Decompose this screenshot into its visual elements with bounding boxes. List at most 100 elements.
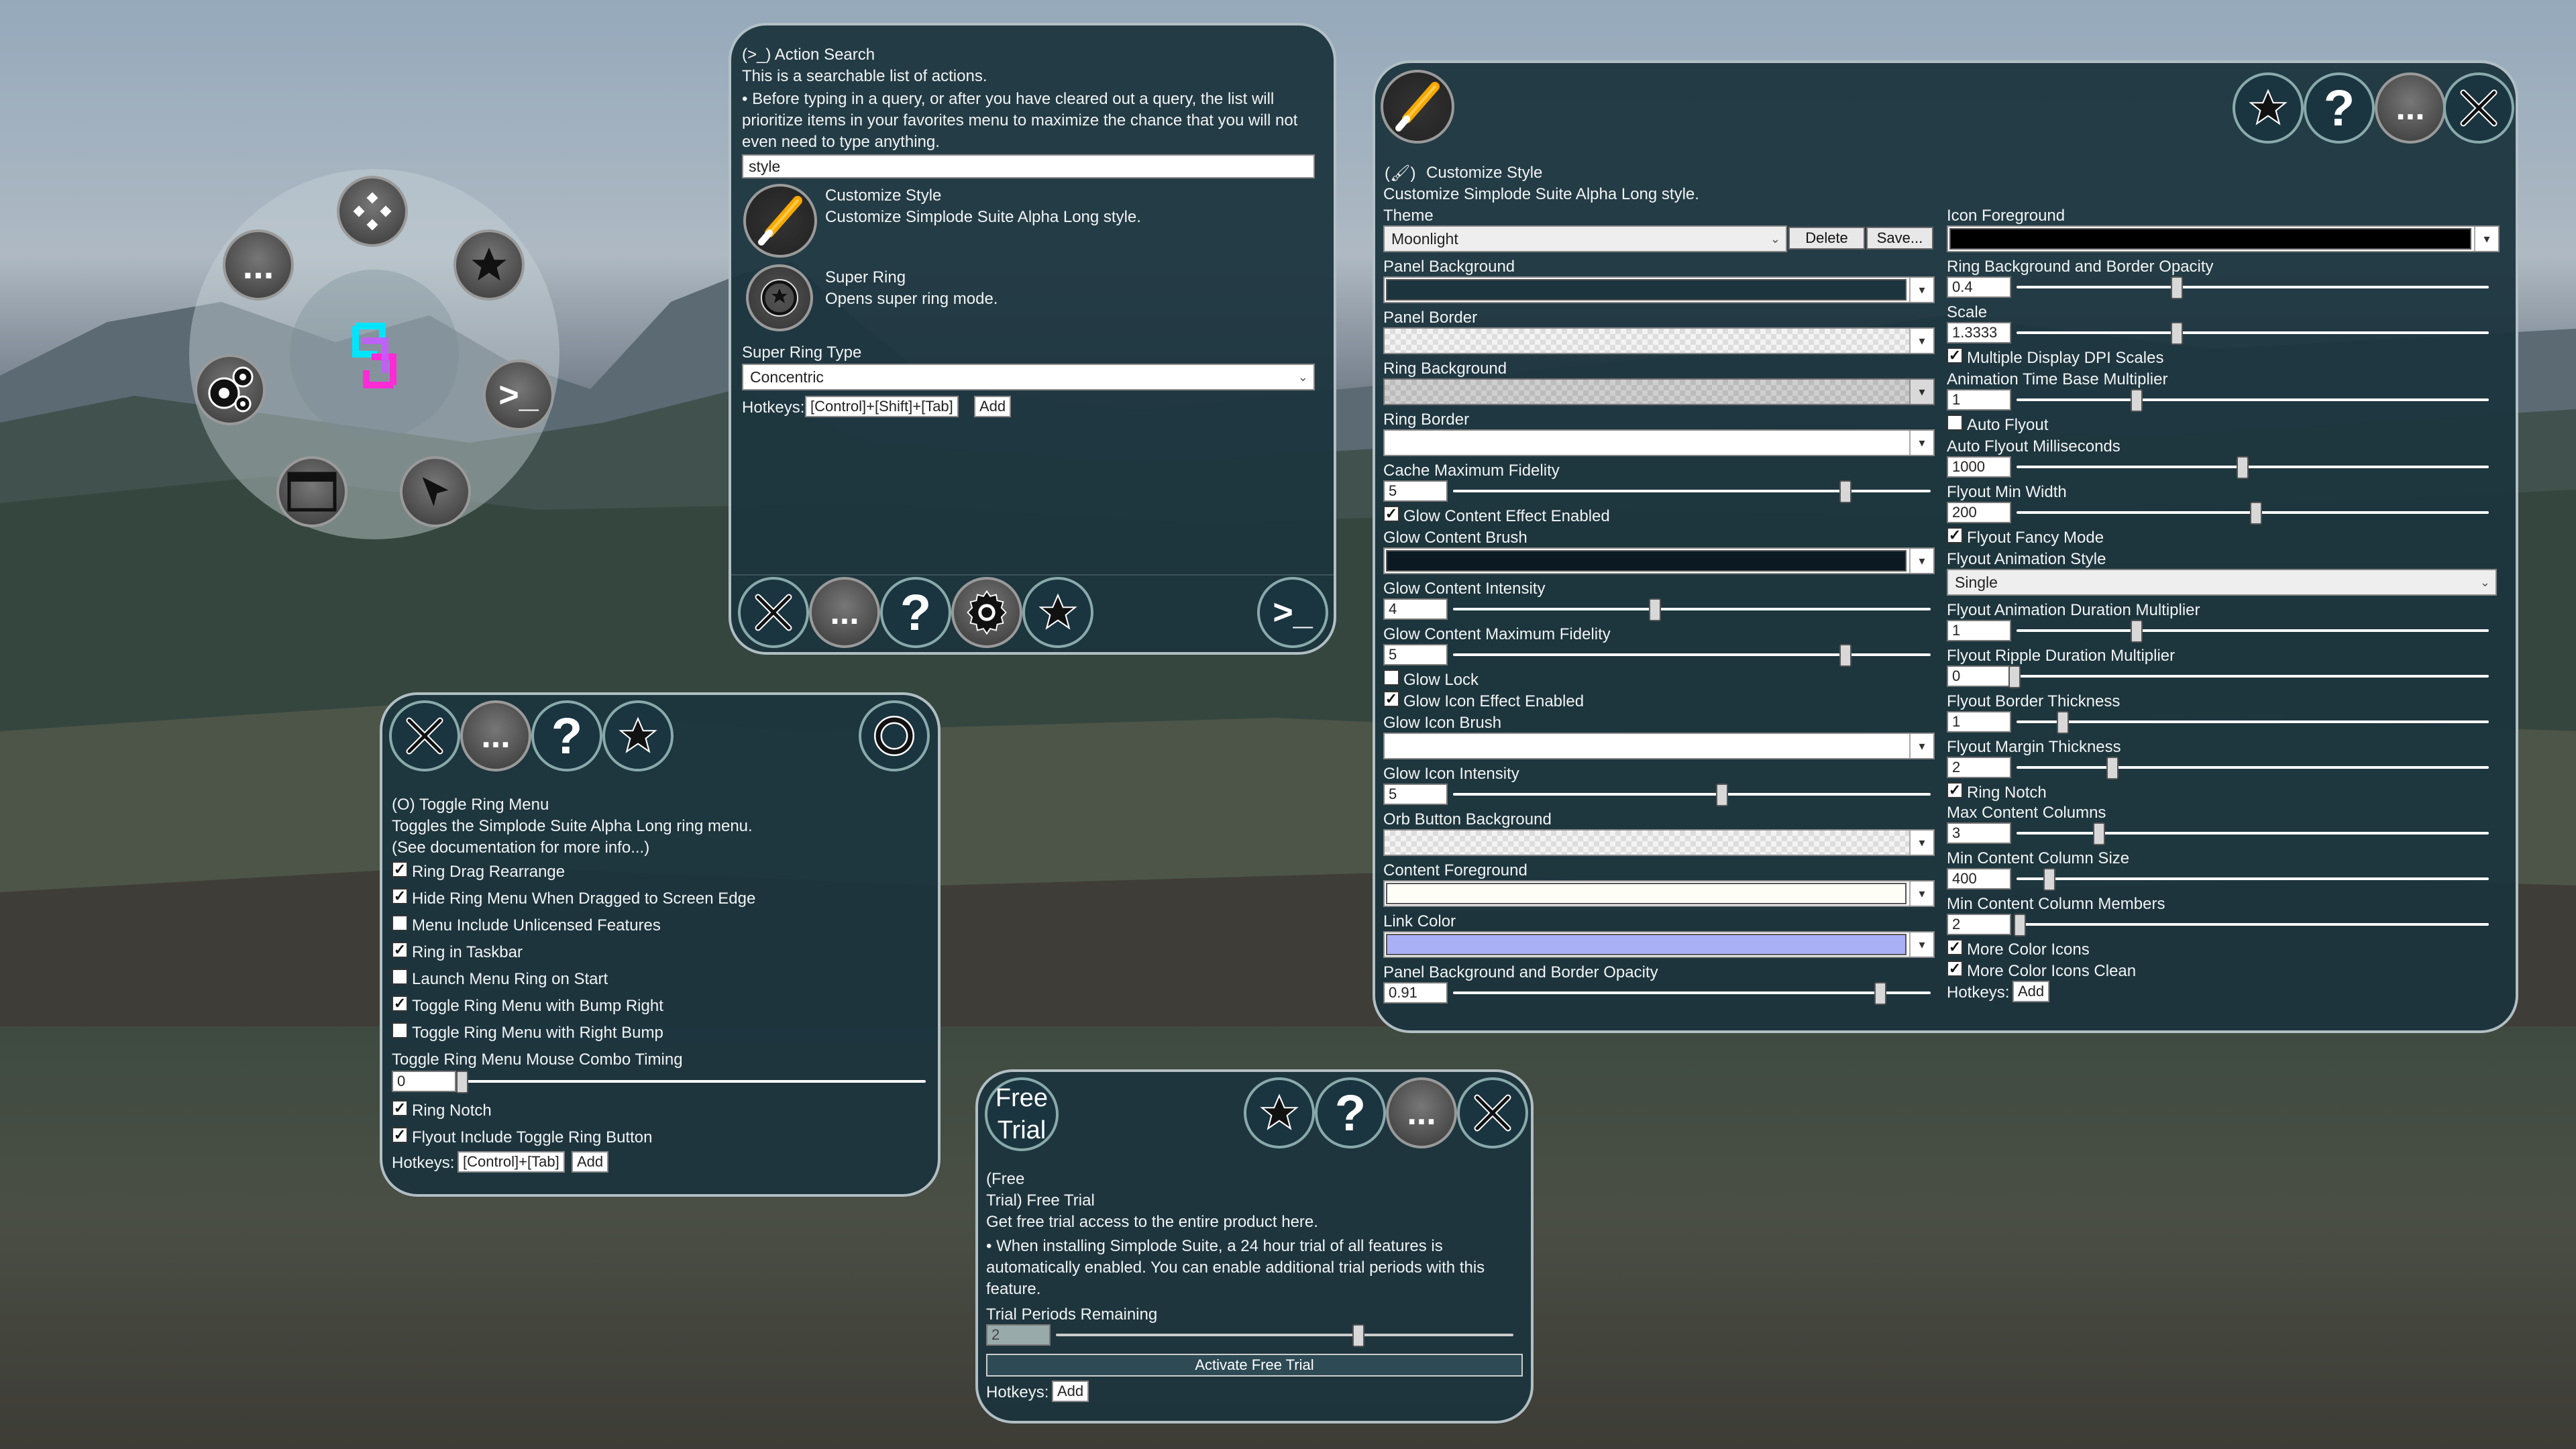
anim-base-slider-track[interactable] [2017, 398, 2489, 401]
ring-settings-button[interactable] [195, 354, 266, 425]
timing-input[interactable]: 0 [392, 1071, 456, 1092]
checkbox[interactable]: ✓ [392, 996, 408, 1012]
ring-opacity-input[interactable]: 0.4 [1947, 276, 2011, 298]
min-column-size-slider-track[interactable] [2017, 877, 2489, 880]
auto-flyout-ms-slider-thumb[interactable] [2237, 456, 2249, 479]
flyout-margin-slider-thumb[interactable] [2106, 757, 2118, 780]
ring-favorites-button[interactable] [453, 229, 525, 301]
flyout-anim-dur-slider-track[interactable] [2017, 629, 2489, 632]
more-color-icons-checkbox[interactable]: ✓ [1947, 939, 1963, 955]
glow-content-enabled-checkbox[interactable]: ✓ [1383, 506, 1399, 522]
icon-foreground-color[interactable]: ▾ [1947, 225, 2500, 252]
auto-flyout-checkbox[interactable] [1947, 415, 1963, 431]
flyout-anim-dur-input[interactable]: 1 [1947, 620, 2011, 641]
close-button[interactable] [2443, 72, 2514, 144]
add-hotkey-button[interactable]: Add [572, 1151, 609, 1173]
super-ring-type-select[interactable]: Concentric ⌄ [742, 364, 1315, 390]
more-button[interactable]: ... [809, 577, 880, 648]
max-columns-slider-track[interactable] [2017, 832, 2489, 835]
favorite-button[interactable] [602, 700, 674, 771]
delete-theme-button[interactable]: Delete [1788, 227, 1865, 250]
more-button[interactable]: ... [1386, 1077, 1457, 1148]
activate-free-trial-button[interactable]: Activate Free Trial [986, 1354, 1523, 1377]
glow-content-brush-color[interactable]: ▾ [1383, 547, 1935, 574]
ring-notch-checkbox[interactable]: ✓ [1947, 782, 1963, 798]
checkbox[interactable] [392, 915, 408, 931]
checkbox[interactable]: ✓ [392, 861, 408, 877]
scale-slider-track[interactable] [2017, 331, 2489, 334]
add-hotkey-button[interactable]: Add [1052, 1381, 1089, 1402]
ring-windows-button[interactable] [337, 176, 408, 247]
more-button[interactable]: ... [460, 700, 531, 771]
ring-console-button[interactable]: >_ [483, 360, 554, 431]
panel-opacity-slider-thumb[interactable] [1874, 982, 1886, 1005]
ring-pointer-button[interactable] [400, 456, 471, 527]
flyout-ripple-slider-thumb[interactable] [2008, 665, 2021, 688]
flyout-fancy-checkbox[interactable]: ✓ [1947, 527, 1963, 543]
panel-opacity-slider-track[interactable] [1453, 991, 1931, 994]
glow-lock-checkbox[interactable] [1383, 669, 1399, 686]
close-button[interactable] [1457, 1077, 1528, 1148]
flyout-anim-dur-slider-thumb[interactable] [2131, 620, 2143, 643]
content-foreground-color[interactable]: ▾ [1383, 880, 1935, 907]
anim-base-slider-thumb[interactable] [2131, 389, 2143, 412]
max-columns-slider-thumb[interactable] [2093, 822, 2105, 845]
glow-max-fidelity-slider-thumb[interactable] [1839, 644, 1851, 667]
search-input[interactable]: style [742, 154, 1315, 178]
toggle-ring-button[interactable] [859, 700, 930, 771]
cache-fidelity-slider-track[interactable] [1453, 490, 1931, 492]
glow-max-fidelity-input[interactable]: 5 [1383, 644, 1448, 665]
flyout-ripple-input[interactable]: 0 [1947, 665, 2011, 687]
flyout-min-width-input[interactable]: 200 [1947, 502, 2011, 523]
flyout-border-slider-thumb[interactable] [2057, 711, 2069, 734]
orb-background-color[interactable]: ▾ [1383, 829, 1935, 856]
app-logo-icon[interactable] [342, 321, 407, 390]
link-color[interactable]: ▾ [1383, 931, 1935, 958]
auto-flyout-ms-slider-track[interactable] [2017, 466, 2489, 468]
add-hotkey-button[interactable]: Add [974, 396, 1012, 417]
favorite-button[interactable] [2233, 72, 2304, 144]
panel-background-color[interactable]: ▾ [1383, 276, 1935, 303]
flyout-margin-slider-track[interactable] [2017, 766, 2489, 769]
ring-opacity-slider-track[interactable] [2017, 286, 2489, 288]
cache-fidelity-slider-thumb[interactable] [1839, 480, 1851, 503]
save-theme-button[interactable]: Save... [1866, 227, 1933, 250]
favorite-button[interactable] [1244, 1077, 1315, 1148]
close-button[interactable] [389, 700, 460, 771]
timing-slider-thumb[interactable] [456, 1071, 468, 1093]
flyout-border-slider-track[interactable] [2017, 720, 2489, 723]
glow-intensity-slider-track[interactable] [1453, 608, 1931, 610]
min-column-size-slider-thumb[interactable] [2043, 868, 2055, 891]
flyout-ripple-slider-track[interactable] [2017, 675, 2489, 678]
glow-max-fidelity-slider-track[interactable] [1453, 653, 1931, 656]
glow-icon-intensity-slider-thumb[interactable] [1716, 784, 1728, 806]
help-button[interactable]: ? [2304, 72, 2375, 144]
checkbox[interactable]: ✓ [392, 942, 408, 958]
cache-fidelity-input[interactable]: 5 [1383, 480, 1448, 502]
flyout-min-width-slider-thumb[interactable] [2250, 502, 2262, 525]
glow-intensity-input[interactable]: 4 [1383, 598, 1448, 620]
more-color-icons-clean-checkbox[interactable]: ✓ [1947, 961, 1963, 977]
ring-opacity-slider-thumb[interactable] [2171, 276, 2183, 299]
ring-window-button[interactable] [276, 456, 347, 527]
ring-border-color[interactable]: ▾ [1383, 429, 1935, 456]
max-columns-input[interactable]: 3 [1947, 822, 2011, 844]
panel-opacity-input[interactable]: 0.91 [1383, 982, 1448, 1004]
settings-button[interactable] [951, 577, 1022, 648]
ring-more-button[interactable]: ... [223, 229, 294, 301]
favorite-button[interactable] [1022, 577, 1093, 648]
panel-border-color[interactable]: ▾ [1383, 327, 1935, 354]
auto-flyout-ms-input[interactable]: 1000 [1947, 456, 2011, 478]
min-column-members-input[interactable]: 2 [1947, 914, 2011, 935]
checkbox[interactable]: ✓ [392, 1100, 408, 1116]
flyout-border-input[interactable]: 1 [1947, 711, 2011, 733]
scale-slider-thumb[interactable] [2171, 322, 2183, 345]
anim-base-input[interactable]: 1 [1947, 389, 2011, 411]
console-button[interactable]: >_ [1257, 577, 1328, 648]
more-button[interactable]: ... [2375, 72, 2446, 144]
min-column-members-slider-thumb[interactable] [2014, 914, 2026, 936]
multi-dpi-checkbox[interactable]: ✓ [1947, 347, 1963, 364]
add-hotkey-button[interactable]: Add [2012, 981, 2050, 1002]
checkbox[interactable]: ✓ [392, 1127, 408, 1143]
help-button[interactable]: ? [880, 577, 951, 648]
